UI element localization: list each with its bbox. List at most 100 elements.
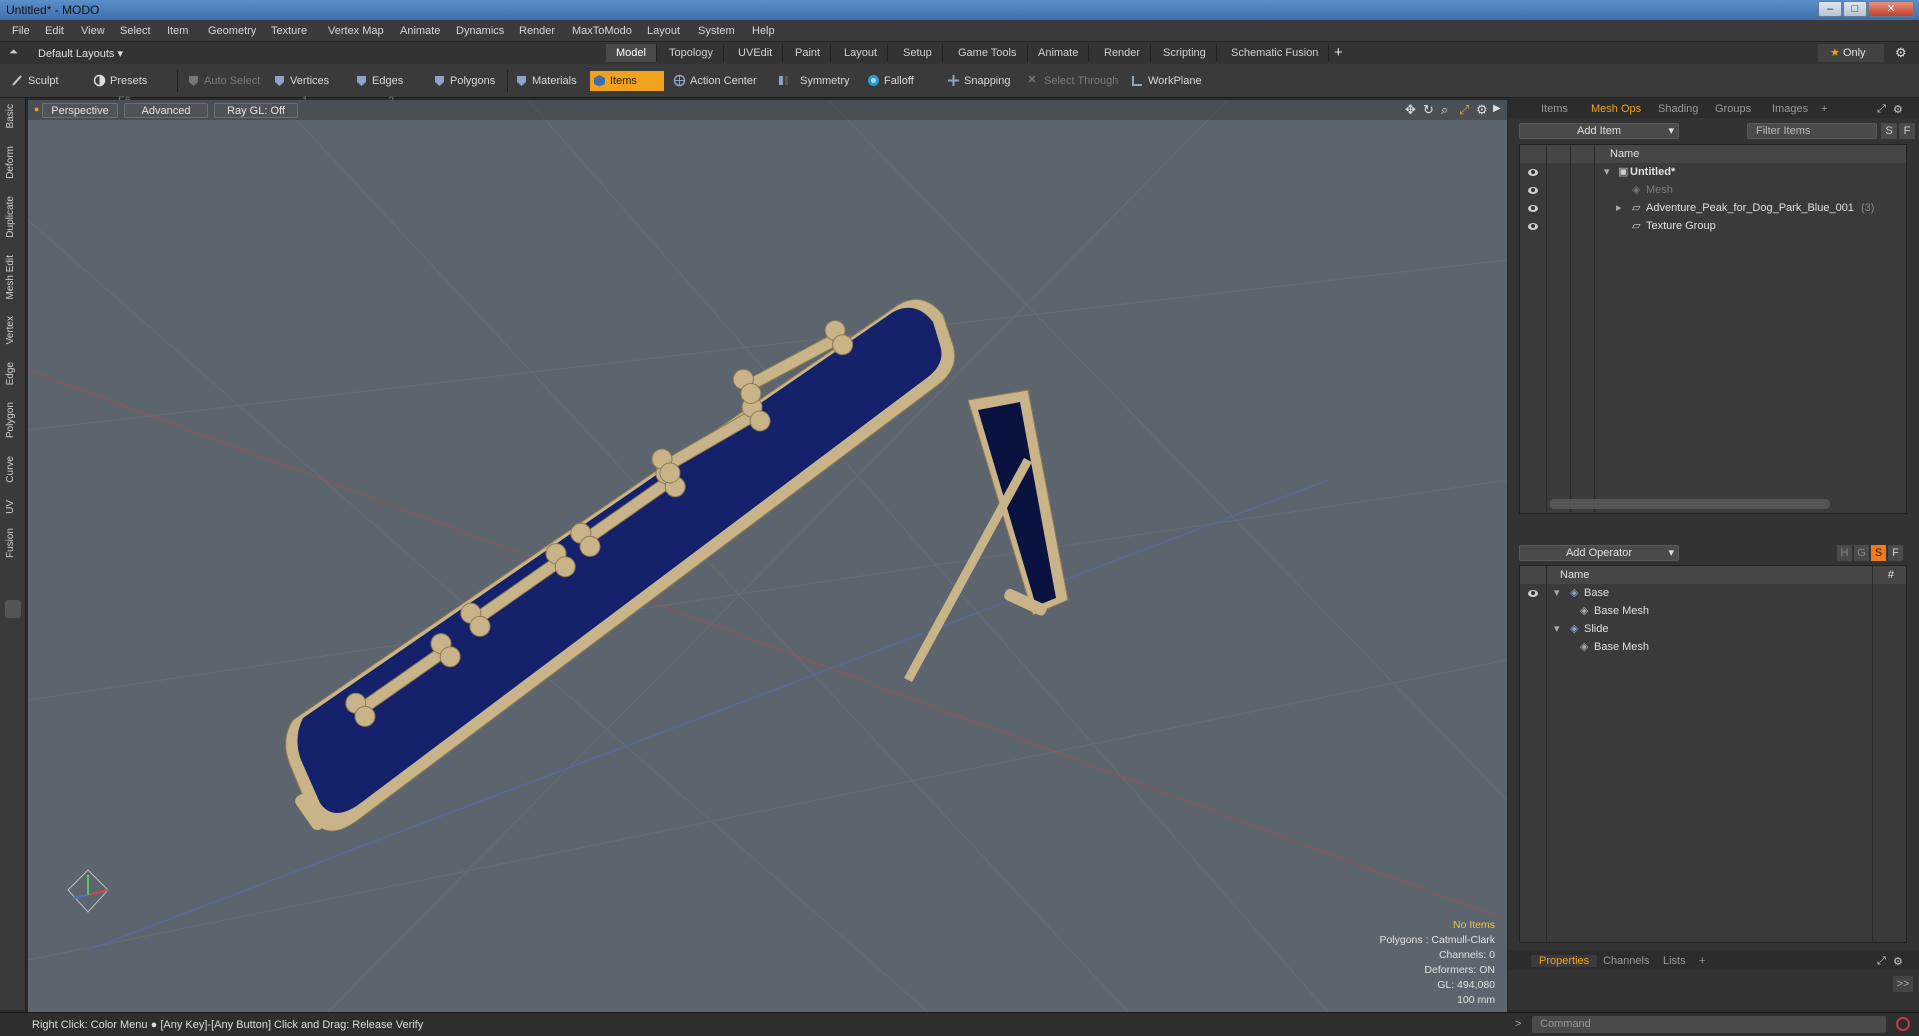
items-button[interactable]: Items xyxy=(590,71,664,91)
tree-row-scene[interactable]: ▾ ▣ Untitled* xyxy=(1520,163,1906,181)
menu-select[interactable]: Select xyxy=(120,25,151,37)
menu-render[interactable]: Render xyxy=(519,25,555,37)
tab-scripting[interactable]: Scripting xyxy=(1153,44,1217,62)
menu-item[interactable]: Item xyxy=(167,25,188,37)
tab-model[interactable]: Model xyxy=(606,44,657,62)
menu-view[interactable]: View xyxy=(81,25,105,37)
snapping-button[interactable]: Snapping xyxy=(944,71,1016,91)
tab-deform[interactable]: Deform xyxy=(5,146,21,179)
dog-ramp-model[interactable] xyxy=(285,298,1069,832)
meshop-row-base[interactable]: ▾ ◈ Base xyxy=(1520,584,1906,602)
meshops-h-button[interactable]: H xyxy=(1837,545,1852,561)
panel-toggle-button[interactable] xyxy=(5,600,21,618)
menu-animate[interactable]: Animate xyxy=(400,25,440,37)
menu-vertex-map[interactable]: Vertex Map xyxy=(328,25,384,37)
tree-row-texture-group[interactable]: ▱ Texture Group xyxy=(1520,217,1906,235)
tab-animate[interactable]: Animate xyxy=(1028,44,1090,62)
expand-arrow-icon[interactable]: ▾ xyxy=(1554,584,1560,602)
zoom-view-icon[interactable]: ⌕ xyxy=(1441,102,1448,118)
tab-properties[interactable]: Properties xyxy=(1531,955,1598,967)
layout-preset-dropdown[interactable]: Default Layouts ▾ xyxy=(38,47,123,60)
menu-help[interactable]: Help xyxy=(752,25,775,37)
tab-groups[interactable]: Groups xyxy=(1715,103,1751,115)
tab-uvedit[interactable]: UVEdit xyxy=(728,44,784,62)
visibility-eye-icon[interactable] xyxy=(1528,169,1538,176)
action-center-button[interactable]: Action Center xyxy=(670,71,766,91)
meshops-s-button[interactable]: S xyxy=(1871,545,1886,561)
gear-icon[interactable]: ⚙ xyxy=(1895,45,1907,61)
filter-items-input[interactable]: Filter Items xyxy=(1747,123,1877,139)
tab-uv[interactable]: UV xyxy=(5,500,21,514)
tab-channels[interactable]: Channels xyxy=(1603,955,1649,967)
add-panel-tab-icon[interactable]: + xyxy=(1821,103,1827,115)
visibility-eye-icon[interactable] xyxy=(1528,590,1538,597)
record-icon[interactable] xyxy=(1896,1017,1910,1031)
tab-render[interactable]: Render xyxy=(1094,44,1152,62)
fit-view-icon[interactable]: ⤢ xyxy=(1459,102,1469,118)
tab-basic[interactable]: Basic xyxy=(5,104,21,128)
tab-topology[interactable]: Topology xyxy=(659,44,725,62)
meshop-row-slide-base-mesh[interactable]: ◈ Base Mesh xyxy=(1520,638,1906,656)
expand-arrow-icon[interactable]: ▾ xyxy=(1554,620,1560,638)
raygl-button[interactable]: Ray GL: Off xyxy=(214,103,298,118)
menu-texture[interactable]: Texture xyxy=(271,25,307,37)
3d-viewport[interactable]: ● Perspective Advanced Ray GL: Off ✥ ↻ ⌕… xyxy=(28,100,1507,1012)
rotate-view-icon[interactable]: ↻ xyxy=(1423,102,1434,118)
view-mode-button[interactable]: Perspective xyxy=(42,103,118,118)
vertices-button[interactable]: Vertices 1 xyxy=(270,71,350,107)
horizontal-scrollbar[interactable] xyxy=(1550,499,1830,509)
scene-canvas[interactable] xyxy=(28,100,1507,1012)
viewport-more-icon[interactable]: ▶ xyxy=(1493,103,1501,114)
tab-polygon[interactable]: Polygon xyxy=(5,402,21,438)
menu-system[interactable]: System xyxy=(698,25,735,37)
shading-mode-button[interactable]: Advanced xyxy=(124,103,208,118)
menu-maxtomodo[interactable]: MaxToModo xyxy=(572,25,632,37)
tab-curve[interactable]: Curve xyxy=(5,456,21,483)
menu-dynamics[interactable]: Dynamics xyxy=(456,25,504,37)
symmetry-button[interactable]: Symmetry xyxy=(774,71,850,91)
menu-edit[interactable]: Edit xyxy=(45,25,64,37)
tab-mesh-ops[interactable]: Mesh Ops xyxy=(1591,103,1641,115)
expand-arrow-icon[interactable]: ▾ xyxy=(1604,163,1610,181)
polygons-button[interactable]: Polygons xyxy=(430,71,502,91)
tab-images[interactable]: Images xyxy=(1772,103,1808,115)
expand-arrow-icon[interactable]: ▸ xyxy=(1616,199,1622,217)
tab-vertex[interactable]: Vertex xyxy=(5,316,21,344)
visibility-eye-icon[interactable] xyxy=(1528,205,1538,212)
expand-panel-icon[interactable]: ⤢ xyxy=(1877,955,1886,968)
close-icon[interactable]: ✕ xyxy=(1868,1,1914,17)
tree-row-group[interactable]: ▸ ▱ Adventure_Peak_for_Dog_Park_Blue_001… xyxy=(1520,199,1906,217)
visibility-eye-icon[interactable] xyxy=(1528,187,1538,194)
edges-button[interactable]: Edges 2 xyxy=(352,71,427,107)
add-operator-dropdown[interactable]: Add Operator ▾ xyxy=(1519,545,1679,561)
panel-gear-icon[interactable]: ⚙ xyxy=(1893,103,1903,116)
meshops-f-button[interactable]: F xyxy=(1888,545,1903,561)
tab-duplicate[interactable]: Duplicate xyxy=(5,196,21,238)
tab-paint[interactable]: Paint xyxy=(785,44,832,62)
only-toggle[interactable]: ★ Only xyxy=(1818,44,1884,62)
add-item-dropdown[interactable]: Add Item ▾ xyxy=(1519,123,1679,139)
menu-geometry[interactable]: Geometry xyxy=(208,25,256,37)
add-panel-tab-icon[interactable]: + xyxy=(1699,955,1705,967)
command-input[interactable]: Command xyxy=(1532,1016,1886,1033)
tab-layout[interactable]: Layout xyxy=(834,44,889,62)
tab-shading[interactable]: Shading xyxy=(1658,103,1698,115)
layout-up-icon[interactable]: ⏶ xyxy=(9,46,18,59)
viewport-gear-icon[interactable]: ⚙ xyxy=(1476,102,1488,118)
minimize-icon[interactable]: – xyxy=(1818,1,1842,17)
maximize-icon[interactable]: □ xyxy=(1843,1,1867,17)
tab-setup[interactable]: Setup xyxy=(893,44,943,62)
filter-s-button[interactable]: S xyxy=(1881,123,1897,139)
meshops-g-button[interactable]: G xyxy=(1854,545,1869,561)
expand-properties-button[interactable]: >> xyxy=(1893,976,1913,992)
viewport-menu-dot-icon[interactable]: ● xyxy=(34,104,39,114)
expand-panel-icon[interactable]: ⤢ xyxy=(1877,103,1886,116)
tab-schematic-fusion[interactable]: Schematic Fusion xyxy=(1221,44,1330,62)
menu-file[interactable]: File xyxy=(12,25,30,37)
move-view-icon[interactable]: ✥ xyxy=(1405,102,1416,118)
workplane-button[interactable]: WorkPlane xyxy=(1128,71,1208,91)
tab-lists[interactable]: Lists xyxy=(1663,955,1686,967)
panel-gear-icon[interactable]: ⚙ xyxy=(1893,955,1903,968)
auto-select-button[interactable]: Auto Select xyxy=(184,71,266,91)
meshop-row-base-mesh[interactable]: ◈ Base Mesh xyxy=(1520,602,1906,620)
